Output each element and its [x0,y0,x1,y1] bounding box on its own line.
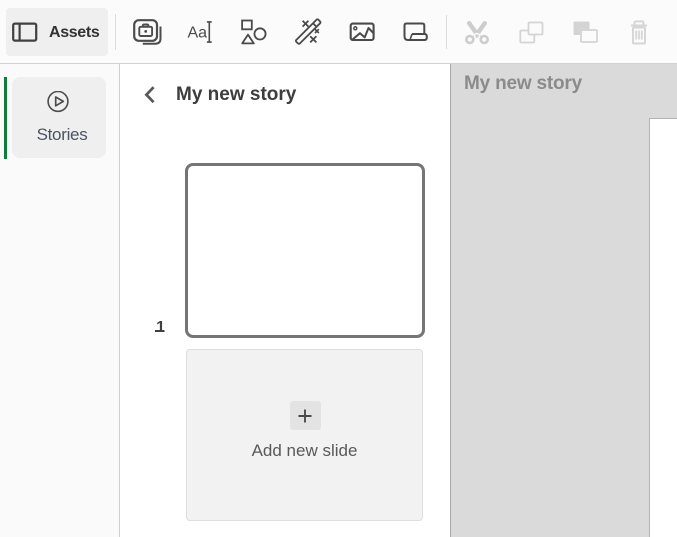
svg-text:Aa: Aa [188,25,208,42]
